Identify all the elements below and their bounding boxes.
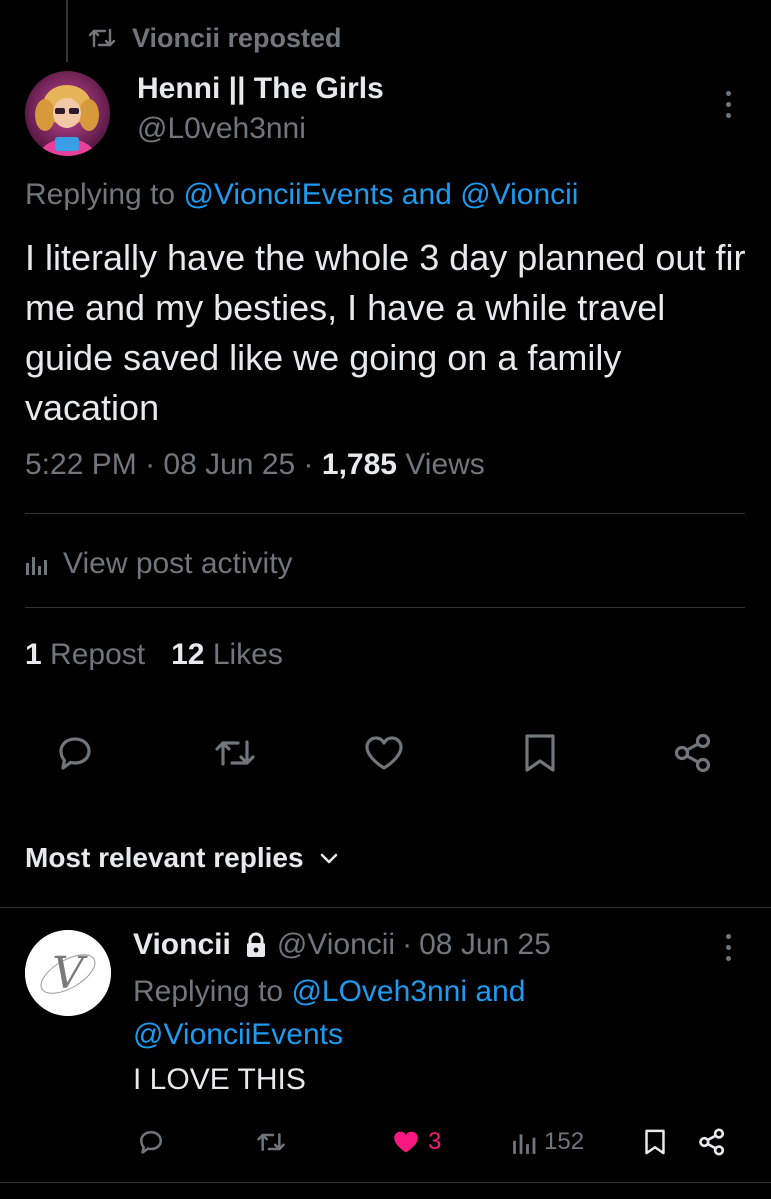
meta-separator: · — [303, 448, 314, 481]
reposts-label: Repost — [50, 638, 146, 671]
repost-icon — [88, 26, 116, 50]
share-icon — [696, 1126, 728, 1158]
reply-repost-button[interactable] — [255, 1122, 287, 1162]
divider — [0, 907, 771, 908]
reply-views-button[interactable]: 152 — [512, 1122, 584, 1162]
reposts-count: 1 — [25, 638, 42, 671]
replying-prefix: Replying to — [133, 975, 284, 1008]
heart-icon — [361, 730, 407, 776]
view-post-activity-button[interactable]: View post activity — [25, 542, 293, 586]
reply-author-avatar[interactable]: V — [25, 930, 111, 1016]
share-icon — [670, 730, 716, 776]
repost-icon — [255, 1126, 287, 1158]
mention-vionciievents[interactable]: @VionciiEvents — [133, 1018, 343, 1051]
bookmark-icon — [517, 730, 563, 776]
views-icon — [512, 1129, 538, 1155]
chevron-down-icon — [318, 851, 340, 865]
mention-loveh3nni[interactable]: @LOveh3nni — [291, 975, 467, 1008]
reply-share-button[interactable] — [696, 1122, 728, 1162]
share-button[interactable] — [670, 730, 716, 776]
post-meta: 5:22 PM · 08 Jun 25 · 1,785 Views — [25, 448, 485, 482]
author-avatar[interactable] — [25, 71, 110, 156]
reply-header: Vioncii @Vioncii · 08 Jun 25 — [133, 924, 551, 966]
like-button[interactable] — [361, 730, 407, 776]
replies-sort-label: Most relevant replies — [25, 842, 304, 873]
repost-icon — [212, 730, 258, 776]
divider — [25, 607, 745, 608]
heart-icon — [390, 1126, 422, 1158]
post-text: I literally have the whole 3 day planned… — [25, 237, 746, 428]
views-label: Views — [405, 448, 485, 481]
lock-icon — [245, 932, 267, 958]
engagement-stats: 1 Repost 12 Likes — [25, 638, 283, 672]
reply-icon — [135, 1126, 167, 1158]
replies-sort-dropdown[interactable]: Most relevant replies — [25, 836, 340, 880]
repost-indicator[interactable]: Vioncii reposted — [88, 20, 342, 56]
meta-separator: · — [402, 928, 413, 961]
reply-like-button[interactable]: 3 — [390, 1122, 441, 1162]
meta-separator: · — [145, 448, 156, 481]
divider — [0, 1182, 771, 1183]
reply-reply-button[interactable] — [135, 1122, 167, 1162]
divider — [25, 513, 745, 514]
likes-count: 12 — [171, 638, 205, 671]
reply-button[interactable] — [52, 730, 98, 776]
avatar-letter: V — [52, 948, 88, 999]
reply-author-handle[interactable]: @Vioncii — [277, 928, 395, 962]
bar-chart-icon — [25, 552, 49, 576]
replying-to-line: Replying to @VionciiEvents and @Vioncii — [25, 178, 578, 212]
more-vertical-icon — [725, 934, 731, 939]
reply-replying-to-line: Replying to @LOveh3nni and @VionciiEvent… — [133, 970, 693, 1056]
reply-author-name[interactable]: Vioncii — [133, 928, 231, 962]
mention-vioncii[interactable]: @Vioncii — [460, 178, 578, 211]
reply-date[interactable]: 08 Jun 25 — [419, 928, 551, 962]
reply-more-options-button[interactable] — [723, 934, 733, 961]
reply-icon — [52, 730, 98, 776]
post-time[interactable]: 5:22 PM — [25, 448, 137, 481]
reply-likes-count: 3 — [428, 1128, 442, 1155]
likes-stat[interactable]: 12 Likes — [171, 638, 283, 672]
repost-button[interactable] — [212, 730, 258, 776]
more-options-button[interactable] — [723, 91, 733, 118]
author-name[interactable]: Henni || The Girls — [137, 72, 384, 106]
bookmark-button[interactable] — [517, 730, 563, 776]
repost-label: Vioncii reposted — [132, 22, 342, 53]
replying-and: and — [401, 178, 452, 211]
more-vertical-icon — [725, 91, 731, 96]
author-handle[interactable]: @L0veh3nni — [137, 112, 306, 146]
reply-views-count: 152 — [544, 1128, 585, 1155]
post-date[interactable]: 08 Jun 25 — [163, 448, 295, 481]
activity-label: View post activity — [63, 547, 293, 580]
reply-bookmark-button[interactable] — [640, 1122, 670, 1162]
thread-connector-line — [66, 0, 68, 62]
reply-text: I LOVE THIS — [133, 1063, 306, 1096]
likes-label: Likes — [212, 638, 283, 671]
bookmark-icon — [640, 1126, 670, 1158]
views-count: 1,785 — [321, 448, 397, 481]
replying-prefix: Replying to — [25, 178, 176, 211]
replying-and: and — [475, 975, 526, 1008]
reposts-stat[interactable]: 1 Repost — [25, 638, 145, 672]
mention-vionciievents[interactable]: @VionciiEvents — [183, 178, 393, 211]
